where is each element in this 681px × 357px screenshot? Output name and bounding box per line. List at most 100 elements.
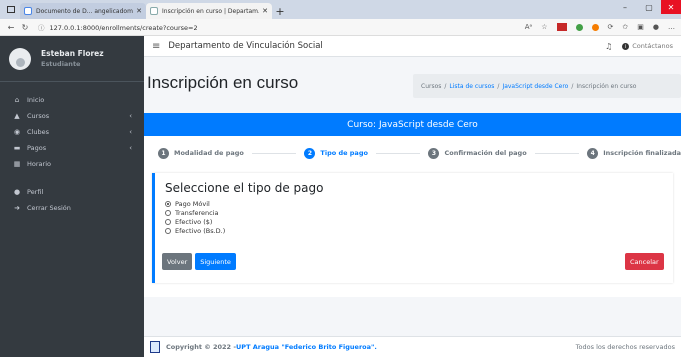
step-payment-type: 2 Tipo de pago <box>304 147 368 159</box>
step-label: Modalidad de pago <box>174 149 244 157</box>
extension-red-icon[interactable] <box>556 23 567 31</box>
sign-out-icon: ➜ <box>14 204 20 212</box>
step-number: 2 <box>304 147 316 159</box>
close-window-icon[interactable]: ✕ <box>661 0 681 14</box>
step-payment-confirmation: 3 Confirmación del pago <box>428 147 527 159</box>
reload-icon[interactable]: ↻ <box>18 23 32 32</box>
new-tab-button[interactable]: + <box>272 3 288 19</box>
extension-green-icon[interactable] <box>575 23 583 31</box>
breadcrumb-home[interactable]: Cursos <box>421 83 441 90</box>
address-bar: ← ↻ ⓘ 127.0.0.1:8000/enrollments/create?c… <box>0 19 681 36</box>
footer: Copyright © 2022 - UPT Aragua "Federico … <box>144 336 681 357</box>
sidebar-menu: ⌂ Inicio ▲ Cursos ‹ ◉ Clubes ‹ ▬ Pagos ‹… <box>0 82 144 216</box>
step-payment-mode: 1 Modalidad de pago <box>158 147 244 159</box>
sidebar-item-label: Pagos <box>27 144 47 152</box>
institution-link[interactable]: UPT Aragua "Federico Brito Figueroa". <box>236 343 377 351</box>
sidebar-item-horario[interactable]: ▦ Horario <box>0 156 144 172</box>
radio-label: Pago Móvil <box>175 199 210 208</box>
browser-tab-docs[interactable]: Documento de D... angelicadom ✕ <box>20 3 146 19</box>
card-header: Curso: JavaScript desde Cero <box>144 113 681 136</box>
radio-efectivo-bsd[interactable]: Efectivo (Bs.D.) <box>165 226 673 235</box>
radio-label: Efectivo ($) <box>175 217 213 226</box>
sidebar-item-perfil[interactable]: ● Perfil <box>0 184 144 200</box>
sidebar-item-label: Cerrar Sesión <box>27 204 71 212</box>
navbar-right: ♫ i Contáctanos <box>605 42 673 51</box>
sidebar-item-label: Horario <box>27 160 51 168</box>
chevron-left-icon: ‹ <box>129 128 132 136</box>
docs-favicon-icon <box>24 7 32 15</box>
contact-link[interactable]: i Contáctanos <box>622 42 673 51</box>
radio-transferencia[interactable]: Transferencia <box>165 208 673 217</box>
bell-icon[interactable]: ♫ <box>605 42 612 51</box>
cancel-button[interactable]: Cancelar <box>625 253 664 270</box>
browser-tab-enrollment[interactable]: Inscripción en curso | Departam... ✕ <box>146 3 272 19</box>
chevron-left-icon: ‹ <box>129 112 132 120</box>
browser-tab-title: Inscripción en curso | Departam... <box>162 7 260 15</box>
radio-button[interactable] <box>165 209 171 216</box>
close-tab-icon[interactable]: ✕ <box>136 7 142 15</box>
breadcrumb-course-list[interactable]: Lista de cursos <box>449 83 494 90</box>
step-connector <box>375 152 421 154</box>
maximize-icon[interactable]: ▢ <box>637 0 661 14</box>
stepper: 1 Modalidad de pago 2 Tipo de pago 3 Con… <box>158 147 681 159</box>
radio-label: Efectivo (Bs.D.) <box>175 226 226 235</box>
sidebar-item-pagos[interactable]: ▬ Pagos ‹ <box>0 140 144 156</box>
close-tab-icon[interactable]: ✕ <box>262 7 268 15</box>
home-icon: ⌂ <box>14 96 20 104</box>
collections-icon[interactable]: ▣ <box>637 23 644 31</box>
more-options-icon[interactable]: … <box>668 23 675 31</box>
institution-logo <box>150 341 160 353</box>
radio-efectivo-usd[interactable]: Efectivo ($) <box>165 217 673 226</box>
form-title: Seleccione el tipo de pago <box>165 181 324 195</box>
top-navbar: ≡ Departamento de Vinculación Social ♫ i… <box>144 36 681 57</box>
read-aloud-icon[interactable]: Aᵃ <box>525 23 533 31</box>
info-icon: i <box>622 43 630 51</box>
step-number: 3 <box>428 147 440 159</box>
step-number: 1 <box>158 147 169 159</box>
rights-text: Todos los derechos reservados <box>575 343 675 351</box>
favorites-icon[interactable]: ✩ <box>622 23 628 31</box>
site-info-icon[interactable]: ⓘ <box>38 24 45 32</box>
user-icon: ● <box>13 188 21 196</box>
sidebar-item-cursos[interactable]: ▲ Cursos ‹ <box>0 108 144 124</box>
url-field[interactable]: ⓘ 127.0.0.1:8000/enrollments/create?cours… <box>38 22 525 32</box>
radio-button[interactable] <box>165 218 171 225</box>
hamburger-menu-icon[interactable]: ≡ <box>152 41 160 52</box>
contact-label: Contáctanos <box>632 41 673 50</box>
avatar <box>9 47 31 70</box>
radio-pago-movil[interactable]: Pago Móvil <box>165 199 673 208</box>
next-button[interactable]: Siguiente <box>195 253 236 270</box>
user-panel[interactable]: Esteban Florez Estudiante <box>0 36 144 82</box>
back-button[interactable]: Volver <box>162 253 193 270</box>
money-icon: ▬ <box>13 144 21 152</box>
extension-orange-icon[interactable] <box>591 23 599 31</box>
step-label: Tipo de pago <box>320 149 368 157</box>
user-role: Estudiante <box>41 60 81 68</box>
minimize-icon[interactable]: – <box>613 0 637 14</box>
sidebar-item-clubes[interactable]: ◉ Clubes ‹ <box>0 124 144 140</box>
sidebar-item-label: Clubes <box>27 128 49 136</box>
refresh-extension-icon[interactable]: ⟳ <box>608 23 614 31</box>
step-connector <box>534 152 580 154</box>
sidebar-item-cerrar-sesion[interactable]: ➜ Cerrar Sesión <box>0 200 144 216</box>
breadcrumb-current: Inscripción en curso <box>576 82 637 90</box>
radio-button[interactable] <box>165 200 171 207</box>
back-arrow-icon[interactable]: ← <box>4 23 18 32</box>
url-text: 127.0.0.1:8000/enrollments/create?course… <box>49 24 198 32</box>
graduation-cap-icon: ▲ <box>14 112 20 120</box>
calendar-icon: ▦ <box>13 160 21 168</box>
window-controls: – ▢ ✕ <box>613 0 681 14</box>
sidebar-item-inicio[interactable]: ⌂ Inicio <box>0 92 144 108</box>
chevron-left-icon: ‹ <box>129 144 132 152</box>
tab-favorite-icon[interactable]: ☆ <box>541 23 547 31</box>
window-menu-icon[interactable] <box>2 0 20 19</box>
basketball-icon: ◉ <box>13 128 21 136</box>
breadcrumb-course[interactable]: JavaScript desde Cero <box>502 83 568 90</box>
radio-button[interactable] <box>165 227 171 234</box>
browser-tab-title: Documento de D... angelicadom <box>36 7 133 15</box>
profile-icon[interactable]: ● <box>653 23 659 31</box>
browser-tab-bar: Documento de D... angelicadom ✕ Inscripc… <box>0 0 681 19</box>
enrollment-card: Curso: JavaScript desde Cero 1 Modalidad… <box>144 113 681 297</box>
step-number: 4 <box>587 147 599 159</box>
sidebar-item-label: Inicio <box>27 96 45 104</box>
